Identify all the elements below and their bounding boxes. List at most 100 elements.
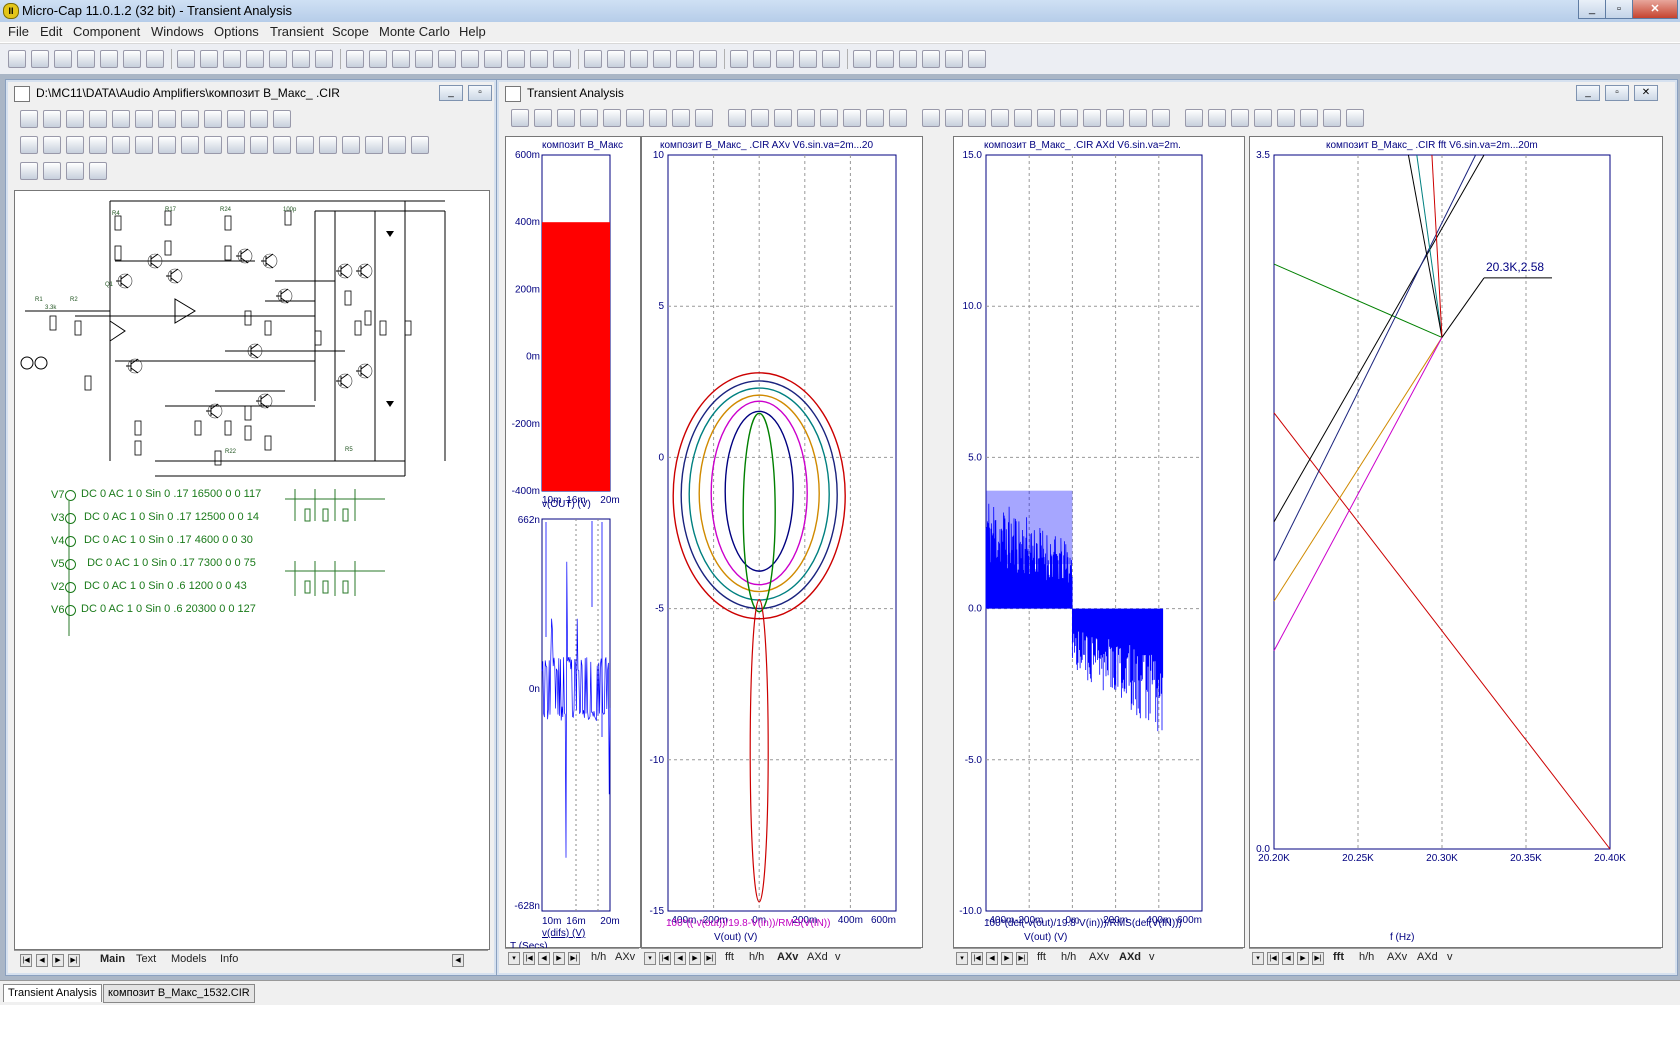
panel2-nav-menu[interactable]: ▾ xyxy=(644,952,656,965)
copy-icon[interactable] xyxy=(1323,109,1341,127)
node-voltages-icon[interactable] xyxy=(43,136,61,154)
save-all-icon[interactable] xyxy=(77,50,95,68)
peak-icon[interactable] xyxy=(922,109,940,127)
print-icon[interactable] xyxy=(146,50,164,68)
capacitor-icon[interactable] xyxy=(392,50,410,68)
text-icon[interactable] xyxy=(876,50,894,68)
tab-info[interactable]: Info xyxy=(220,953,238,965)
marker-icon[interactable] xyxy=(649,109,667,127)
sine-source-icon[interactable] xyxy=(65,582,76,593)
component-browser-icon[interactable] xyxy=(730,50,748,68)
panel2-tab-v[interactable]: v xyxy=(835,951,841,963)
currents-icon[interactable] xyxy=(66,136,84,154)
attribute-icon[interactable] xyxy=(181,136,199,154)
panel2-tab-axv[interactable]: AXv xyxy=(777,951,798,963)
schematic-minimize-button[interactable]: _ xyxy=(439,85,463,101)
panel3-tab-hh[interactable]: h/h xyxy=(1061,951,1076,963)
panel4-tab-fft[interactable]: fft xyxy=(1333,951,1344,963)
minimize-button[interactable]: _ xyxy=(1578,0,1606,19)
sine-source-icon[interactable] xyxy=(65,490,76,501)
global-high-icon[interactable] xyxy=(1083,109,1101,127)
tokens-icon[interactable] xyxy=(843,109,861,127)
stepping-icon[interactable] xyxy=(273,136,291,154)
plot-panel-1[interactable]: композит В_Макс 600m 400m 200m 0m -200m -400m… xyxy=(505,136,641,952)
data-points-icon[interactable] xyxy=(866,109,884,127)
zoom-in-icon[interactable] xyxy=(43,162,61,180)
open-file-icon[interactable] xyxy=(31,50,49,68)
sine-source-icon[interactable] xyxy=(65,559,76,570)
wire-icon[interactable] xyxy=(43,110,61,128)
page-icon[interactable] xyxy=(227,136,245,154)
global-low-icon[interactable] xyxy=(1106,109,1124,127)
last-page-arrow[interactable]: ▶| xyxy=(68,954,80,967)
menu-monte-carlo[interactable]: Monte Carlo xyxy=(379,24,450,39)
inductor-icon[interactable] xyxy=(415,50,433,68)
panel4-tab-hh[interactable]: h/h xyxy=(1359,951,1374,963)
properties-icon[interactable] xyxy=(899,50,917,68)
panel2-nav-next[interactable]: ▶ xyxy=(689,952,701,965)
help-icon[interactable] xyxy=(204,110,222,128)
pen-icon[interactable] xyxy=(112,110,130,128)
library-icon[interactable] xyxy=(753,50,771,68)
slope-icon[interactable] xyxy=(1037,109,1055,127)
source-name[interactable]: V5 xyxy=(51,558,64,570)
battery-icon[interactable] xyxy=(461,50,479,68)
plot-add-icon[interactable] xyxy=(968,50,986,68)
new-file-icon[interactable] xyxy=(8,50,26,68)
menu-scope[interactable]: Scope xyxy=(332,24,369,39)
zoom-box-icon[interactable] xyxy=(557,109,575,127)
grid-text-icon[interactable] xyxy=(158,136,176,154)
line-tool-icon[interactable] xyxy=(89,110,107,128)
select-all-icon[interactable] xyxy=(315,50,333,68)
panel2-tab-axd[interactable]: AXd xyxy=(807,951,828,963)
close-button[interactable]: ✕ xyxy=(1632,0,1678,19)
cut-icon[interactable] xyxy=(223,50,241,68)
clipboard-icon[interactable] xyxy=(695,109,713,127)
node-numbers-icon[interactable] xyxy=(20,136,38,154)
panel4-nav-last[interactable]: ▶| xyxy=(1312,952,1324,965)
run-icon[interactable] xyxy=(728,109,746,127)
sine-source-icon[interactable] xyxy=(65,513,76,524)
grid-icon[interactable] xyxy=(227,110,245,128)
ground-icon[interactable] xyxy=(346,50,364,68)
globe-icon[interactable] xyxy=(776,50,794,68)
calculator-icon[interactable] xyxy=(699,50,717,68)
plot-panel-3[interactable]: композит В_Макс_ .CIR AXd V6.sin.va=2m. … xyxy=(953,136,1245,948)
plot-panel-2[interactable]: композит В_Макс_ .CIR AXv V6.sin.va=2m..… xyxy=(641,136,923,948)
tile-horizontal-icon[interactable] xyxy=(630,50,648,68)
panel2-tab-fft[interactable]: fft xyxy=(725,951,734,963)
tab-text[interactable]: Text xyxy=(136,953,156,965)
undo-icon[interactable] xyxy=(177,50,195,68)
scale-icon[interactable] xyxy=(534,109,552,127)
component-icon[interactable] xyxy=(135,110,153,128)
source-spec[interactable]: DC 0 AC 1 0 Sin 0 .6 1200 0 0 43 xyxy=(81,580,247,592)
model-icon[interactable] xyxy=(853,50,871,68)
source-name[interactable]: V2 xyxy=(51,581,64,593)
tab-models[interactable]: Models xyxy=(171,953,206,965)
layout-icon[interactable] xyxy=(676,50,694,68)
fit-icon[interactable] xyxy=(797,109,815,127)
source-spec[interactable]: DC 0 AC 1 0 Sin 0 .17 16500 0 0 117 xyxy=(81,488,261,500)
npn-icon[interactable] xyxy=(530,50,548,68)
diode-icon[interactable] xyxy=(438,50,456,68)
tools-icon[interactable] xyxy=(922,50,940,68)
stop-icon[interactable] xyxy=(751,109,769,127)
info-icon[interactable] xyxy=(181,110,199,128)
refresh-icon[interactable] xyxy=(20,162,38,180)
delete-icon[interactable] xyxy=(292,50,310,68)
panel1-nav-next[interactable]: ◀ xyxy=(538,952,550,965)
analysis-minimize-button[interactable]: _ xyxy=(1576,85,1600,101)
panel2-nav-last[interactable]: ▶| xyxy=(704,952,716,965)
paste-icon[interactable] xyxy=(1346,109,1364,127)
menu-component[interactable]: Component xyxy=(73,24,140,39)
source-name[interactable]: V7 xyxy=(51,489,64,501)
bottom-icon[interactable] xyxy=(1152,109,1170,127)
paste-icon[interactable] xyxy=(269,50,287,68)
overlap-icon[interactable] xyxy=(653,50,671,68)
source-icon[interactable] xyxy=(484,50,502,68)
find-icon[interactable] xyxy=(296,136,314,154)
first-page-arrow[interactable]: |◀ xyxy=(20,954,32,967)
panel4-tab-axv[interactable]: AXv xyxy=(1387,951,1407,963)
window-tab-transient-analysis[interactable]: Transient Analysis xyxy=(3,984,102,1002)
flip-x-icon[interactable] xyxy=(342,136,360,154)
